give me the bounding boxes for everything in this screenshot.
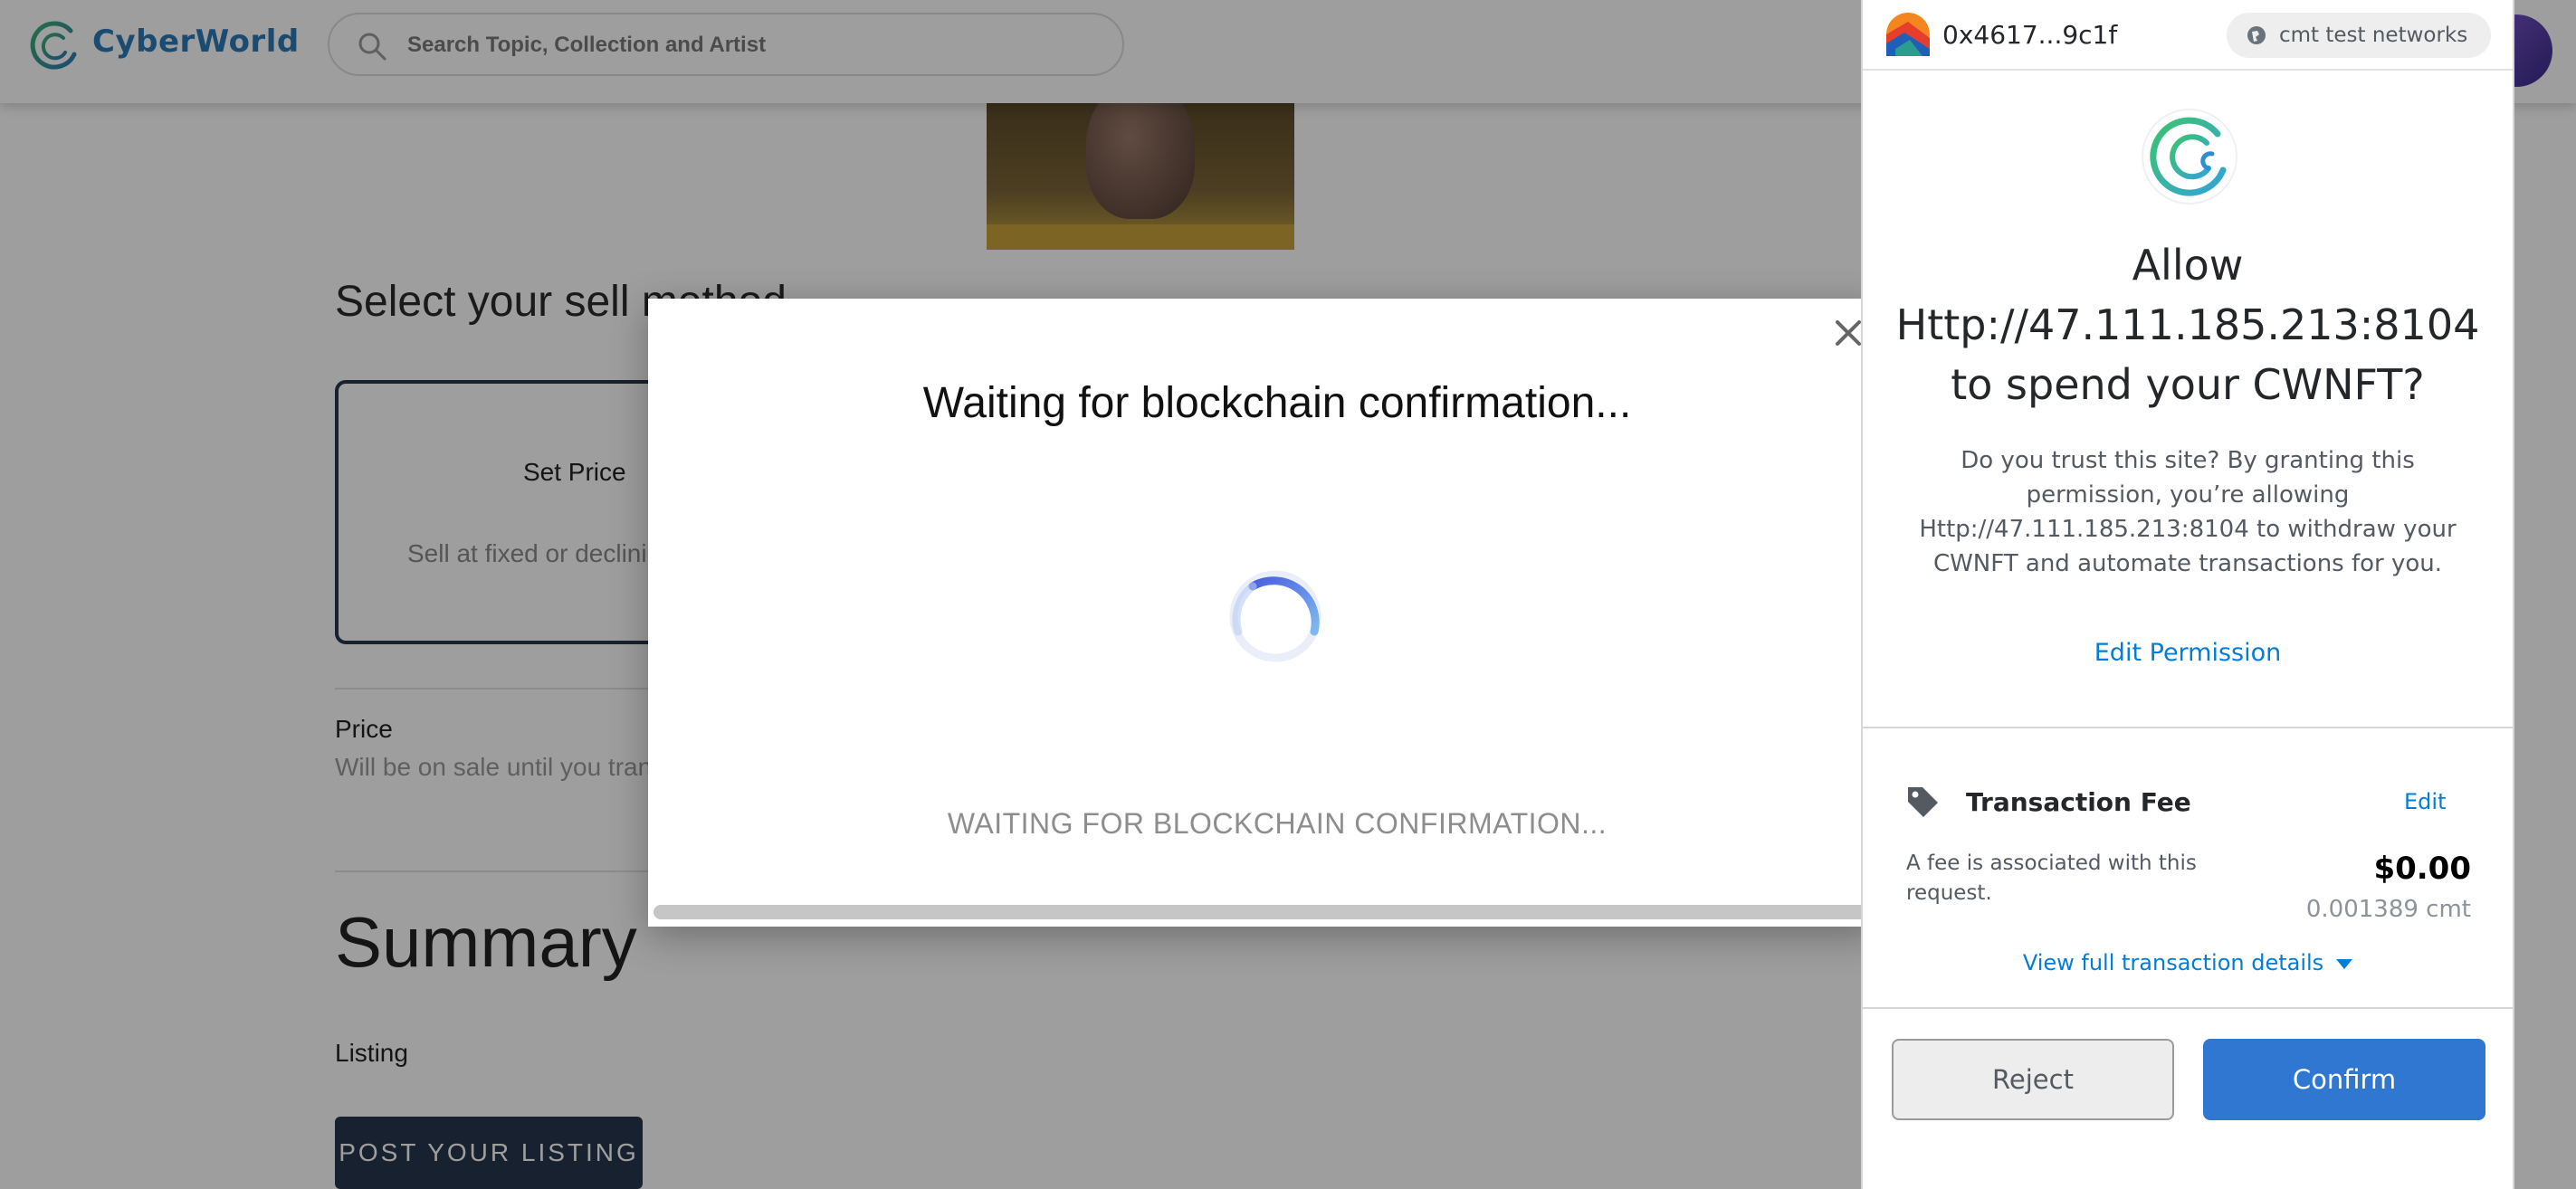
- approval-title: Allow Http://47.111.185.213:8104 to spen…: [1895, 241, 2480, 409]
- loading-spinner-icon: [1229, 570, 1321, 662]
- edit-permission-link[interactable]: Edit Permission: [1863, 639, 2513, 667]
- wallet-header: 0x4617...9c1f cmt test networks: [1863, 0, 2513, 71]
- fee-token-amount: 0.001389 cmt: [2305, 896, 2471, 923]
- price-tag-icon: [1908, 787, 1938, 817]
- view-transaction-details-link[interactable]: View full transaction details: [1863, 950, 2513, 975]
- network-selector[interactable]: cmt test networks: [2227, 13, 2491, 58]
- divider: [1863, 727, 2513, 728]
- edit-fee-link[interactable]: Edit: [2404, 789, 2446, 814]
- approval-description: Do you trust this site? By granting this…: [1919, 447, 2457, 577]
- account-avatar-icon[interactable]: [1886, 13, 1930, 56]
- divider: [1863, 1007, 2513, 1009]
- fee-usd-amount: $0.00: [2373, 851, 2471, 887]
- network-label: cmt test networks: [2279, 24, 2468, 47]
- wallet-popup: 0x4617...9c1f cmt test networks Allow Ht…: [1861, 0, 2514, 1189]
- reject-button[interactable]: Reject: [1892, 1039, 2174, 1120]
- site-logo-icon: [2142, 109, 2237, 205]
- confirm-button[interactable]: Confirm: [2203, 1039, 2485, 1120]
- fee-description: A fee is associated with this request.: [1906, 851, 2197, 905]
- transaction-fee-label: Transaction Fee: [1966, 787, 2191, 817]
- view-details-label: View full transaction details: [2022, 950, 2324, 975]
- modal-horizontal-scrollbar[interactable]: [654, 905, 1879, 919]
- network-globe-icon: [2247, 26, 2266, 44]
- modal-status-text: WAITING FOR BLOCKCHAIN CONFIRMATION...: [947, 807, 1608, 840]
- chevron-down-icon: [2336, 958, 2353, 969]
- modal-title: Waiting for blockchain confirmation...: [922, 379, 1632, 427]
- blockchain-confirmation-modal: Waiting for blockchain confirmation... W…: [648, 299, 1879, 927]
- wallet-address[interactable]: 0x4617...9c1f: [1942, 20, 2117, 50]
